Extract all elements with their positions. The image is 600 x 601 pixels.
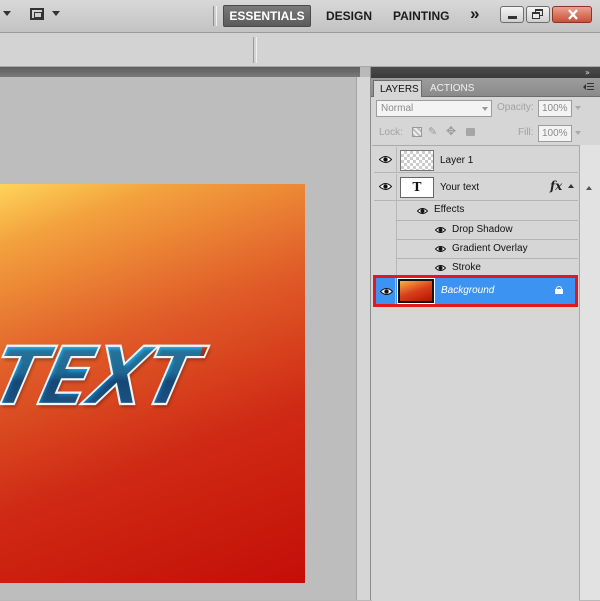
eye-column-divider <box>396 174 397 201</box>
tab-layers[interactable]: LAYERS <box>373 80 422 97</box>
design-workspace-button[interactable]: DESIGN <box>326 6 372 26</box>
eye-column-divider <box>395 278 396 304</box>
effect-visibility-eye-icon[interactable] <box>435 245 446 253</box>
scroll-up-icon[interactable] <box>586 186 592 190</box>
layer-name[interactable]: Layer 1 <box>440 155 473 166</box>
type-layer-icon: T <box>412 180 422 194</box>
options-separator <box>253 37 257 63</box>
lock-label: Lock: <box>379 127 403 138</box>
layer-effects-fx-icon[interactable]: fx <box>550 179 562 193</box>
painting-workspace-button[interactable]: PAINTING <box>393 6 449 26</box>
visibility-eye-icon[interactable] <box>379 182 392 191</box>
fill-label: Fill: <box>518 127 534 138</box>
more-workspaces-button[interactable]: » <box>470 4 479 24</box>
lock-all-icon[interactable] <box>466 128 475 136</box>
application-bar: ESSENTIALS DESIGN PAINTING » <box>0 0 600 33</box>
layer-name[interactable]: Background <box>441 285 494 296</box>
minimize-button[interactable] <box>500 6 524 23</box>
close-icon <box>568 9 578 20</box>
effect-visibility-eye-icon[interactable] <box>435 264 446 272</box>
effect-visibility-eye-icon[interactable] <box>435 226 446 234</box>
opacity-field[interactable]: 100% <box>538 100 572 117</box>
panel-tab-bar: LAYERS ACTIONS <box>371 78 600 97</box>
dropdown-arrow-icon[interactable] <box>3 11 11 16</box>
effect-row-gradient-overlay[interactable]: Gradient Overlay <box>397 239 578 258</box>
effects-group-row[interactable]: Effects <box>374 201 578 277</box>
effects-label: Effects <box>434 204 465 215</box>
collapse-effects-arrow-icon[interactable] <box>568 184 574 188</box>
chevron-down-icon <box>482 107 488 111</box>
visibility-eye-icon[interactable] <box>380 287 393 296</box>
visibility-eye-icon[interactable] <box>379 155 392 164</box>
blend-mode-select[interactable]: Normal <box>376 100 492 117</box>
effects-visibility-eye-icon[interactable] <box>417 207 428 215</box>
effect-row-drop-shadow[interactable]: Drop Shadow <box>397 220 578 239</box>
options-bar <box>0 33 600 67</box>
layer-row-background[interactable]: Background <box>373 275 578 307</box>
document-tab-bar <box>0 67 360 77</box>
lock-transparent-pixels-icon[interactable] <box>412 127 422 137</box>
layers-list-scrollbar[interactable] <box>579 145 600 600</box>
collapse-panel-icon[interactable]: » <box>585 68 590 77</box>
layer-row-layer-1[interactable]: Layer 1 <box>374 147 578 173</box>
eye-column-divider <box>396 147 397 173</box>
layer-name[interactable]: Your text <box>440 182 479 193</box>
minimize-icon <box>508 16 517 19</box>
fill-value: 100% <box>542 128 568 139</box>
layer-lock-icon <box>555 286 563 294</box>
tab-actions[interactable]: ACTIONS <box>424 80 481 97</box>
lock-position-icon[interactable]: ✥ <box>446 125 456 137</box>
opacity-value: 100% <box>542 103 568 114</box>
fill-arrow-icon[interactable] <box>575 131 581 135</box>
panel-menu-icon[interactable] <box>583 82 594 91</box>
toolbar-separator <box>213 6 217 26</box>
document-vertical-scrollbar[interactable] <box>356 77 371 600</box>
effect-name: Gradient Overlay <box>452 243 528 254</box>
lock-image-pixels-icon[interactable]: ✎ <box>428 126 437 138</box>
blend-mode-value: Normal <box>381 103 414 114</box>
screen-mode-arrow-icon[interactable] <box>52 11 60 16</box>
restore-button[interactable] <box>526 6 550 23</box>
panel-header: » <box>371 67 600 78</box>
canvas-text: TEXT <box>0 330 207 425</box>
fill-field[interactable]: 100% <box>538 125 572 142</box>
background-layer-thumbnail <box>397 278 435 304</box>
opacity-arrow-icon[interactable] <box>575 106 581 110</box>
opacity-label: Opacity: <box>497 102 534 113</box>
layer-thumbnail-transparent <box>400 150 434 171</box>
layer-row-your-text[interactable]: T Your text fx <box>374 174 578 201</box>
screen-mode-icon[interactable] <box>30 8 44 20</box>
close-button[interactable] <box>552 6 592 23</box>
document-canvas[interactable]: TEXT <box>0 184 305 583</box>
type-layer-thumbnail: T <box>400 177 434 198</box>
effect-name: Stroke <box>452 262 481 273</box>
essentials-workspace-button[interactable]: ESSENTIALS <box>223 5 311 27</box>
effect-name: Drop Shadow <box>452 224 513 235</box>
